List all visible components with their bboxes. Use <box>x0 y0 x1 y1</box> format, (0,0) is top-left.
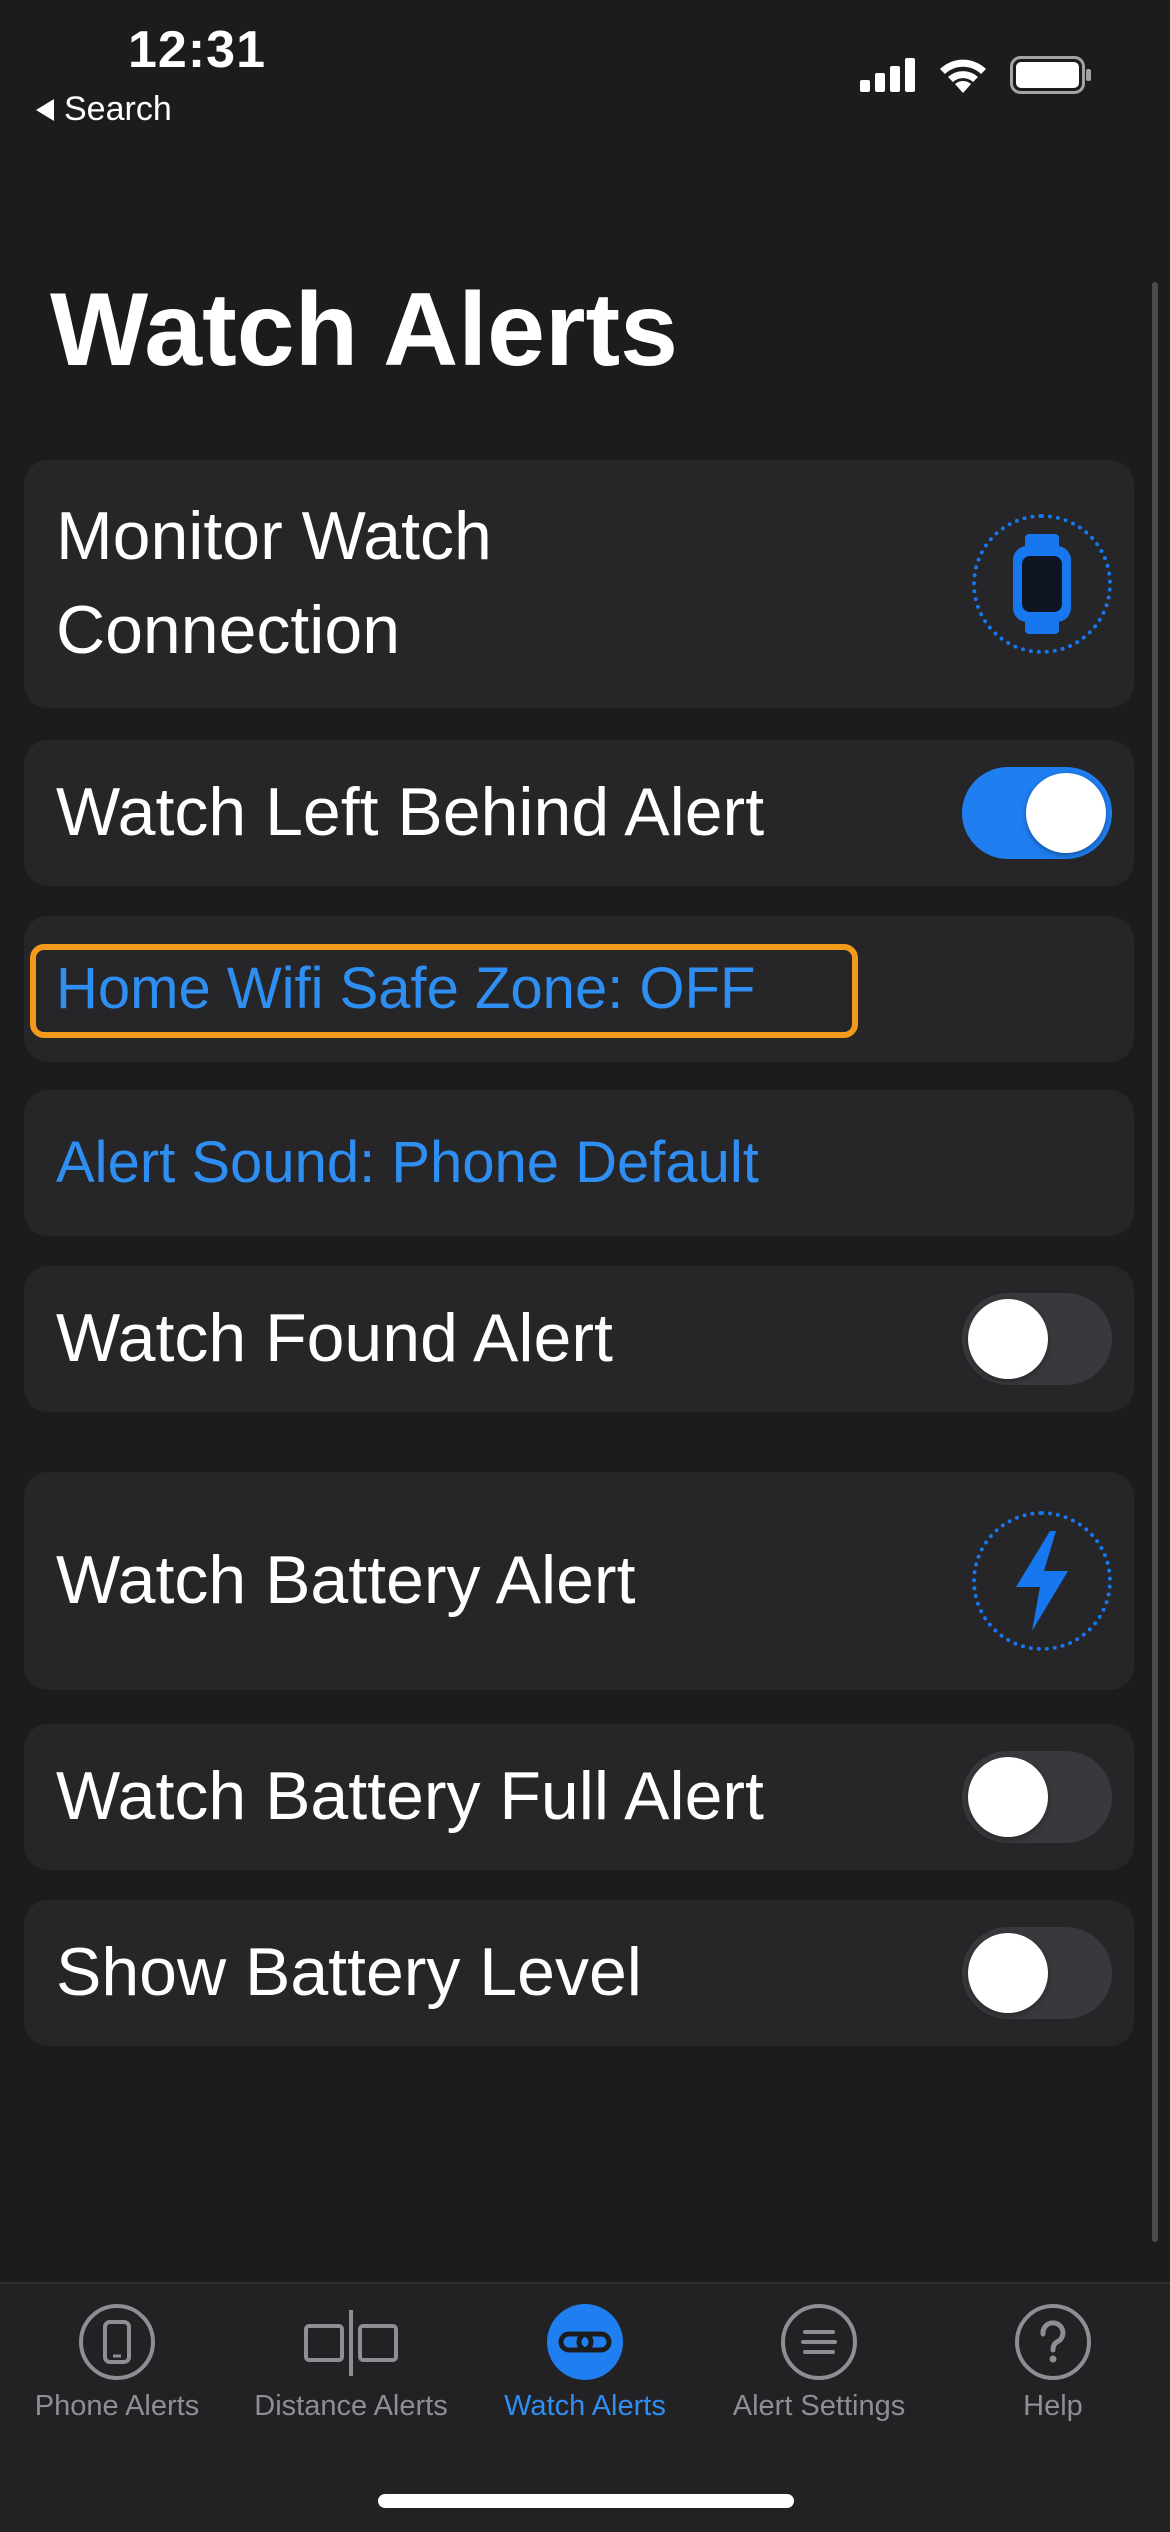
watch-glyph <box>1013 534 1071 634</box>
lightning-glyph <box>1016 1531 1068 1631</box>
battery-icon <box>1010 56 1091 94</box>
monitor-label-line1: Monitor Watch <box>56 498 492 575</box>
watch-found-row: Watch Found Alert <box>24 1266 1134 1412</box>
tab-help[interactable]: Help <box>936 2302 1170 2423</box>
help-icon <box>1015 2304 1091 2380</box>
show-battery-level-row: Show Battery Level <box>24 1900 1134 2046</box>
wifi-icon <box>940 59 986 93</box>
tab-label: Phone Alerts <box>34 2390 200 2422</box>
watch-left-behind-toggle[interactable] <box>962 767 1112 859</box>
tab-label: Watch Alerts <box>504 2390 666 2422</box>
watch-battery-alert-row[interactable]: Watch Battery Alert <box>24 1472 1134 1690</box>
alert-sound-link[interactable]: Alert Sound: Phone Default <box>56 1123 759 1203</box>
back-to-search-link[interactable]: Search <box>36 90 172 129</box>
home-wifi-safe-zone-link[interactable]: Home Wifi Safe Zone: OFF <box>56 949 755 1029</box>
tab-label: Alert Settings <box>732 2390 906 2422</box>
tab-label: Distance Alerts <box>254 2390 448 2422</box>
watch-battery-full-row: Watch Battery Full Alert <box>24 1724 1134 1870</box>
alert-sound-row[interactable]: Alert Sound: Phone Default <box>24 1090 1134 1236</box>
scrollbar[interactable] <box>1152 282 1158 2242</box>
screen: 12:31 Search Watch Alerts Monitor Watch … <box>0 0 1170 2532</box>
watch-battery-full-toggle[interactable] <box>962 1751 1112 1843</box>
home-indicator[interactable] <box>378 2494 794 2508</box>
phone-icon <box>79 2304 155 2380</box>
toggle-knob <box>968 1299 1048 1379</box>
watch-battery-full-label: Watch Battery Full Alert <box>56 1758 764 1835</box>
show-battery-level-toggle[interactable] <box>962 1927 1112 2019</box>
watch-left-behind-label: Watch Left Behind Alert <box>56 774 765 851</box>
watch-battery-alert-label: Watch Battery Alert <box>56 1542 636 1619</box>
toggle-knob <box>968 1933 1048 2013</box>
page-title: Watch Alerts <box>50 272 678 388</box>
tab-alert-settings[interactable]: Alert Settings <box>702 2302 936 2423</box>
cellular-signal-icon <box>860 58 915 92</box>
distance-icon <box>304 2310 398 2376</box>
list-icon <box>781 2304 857 2380</box>
tab-label: Help <box>1023 2390 1083 2422</box>
home-wifi-safe-zone-row[interactable]: Home Wifi Safe Zone: OFF <box>24 916 1134 1062</box>
watch-icon[interactable] <box>972 514 1112 654</box>
status-time: 12:31 <box>128 21 266 79</box>
link-icon <box>547 2304 623 2380</box>
toggle-knob <box>1026 773 1106 853</box>
watch-left-behind-row: Watch Left Behind Alert <box>24 740 1134 886</box>
tab-bar: Phone Alerts Distance Alerts Watch Alert… <box>0 2282 1170 2532</box>
tab-distance-alerts[interactable]: Distance Alerts <box>234 2302 468 2423</box>
status-icons <box>860 56 1092 94</box>
watch-found-label: Watch Found Alert <box>56 1300 613 1377</box>
tab-phone-alerts[interactable]: Phone Alerts <box>0 2302 234 2423</box>
monitor-label-line2: Connection <box>56 592 401 668</box>
monitor-watch-connection-label: Monitor Watch Connection <box>56 490 492 678</box>
show-battery-level-label: Show Battery Level <box>56 1934 642 2011</box>
watch-found-toggle[interactable] <box>962 1293 1112 1385</box>
back-arrow-icon <box>36 98 54 121</box>
monitor-watch-connection-row[interactable]: Monitor Watch Connection <box>24 460 1134 708</box>
lightning-icon[interactable] <box>972 1511 1112 1651</box>
toggle-knob <box>968 1757 1048 1837</box>
back-link-label: Search <box>64 90 172 128</box>
tab-watch-alerts[interactable]: Watch Alerts <box>468 2302 702 2423</box>
